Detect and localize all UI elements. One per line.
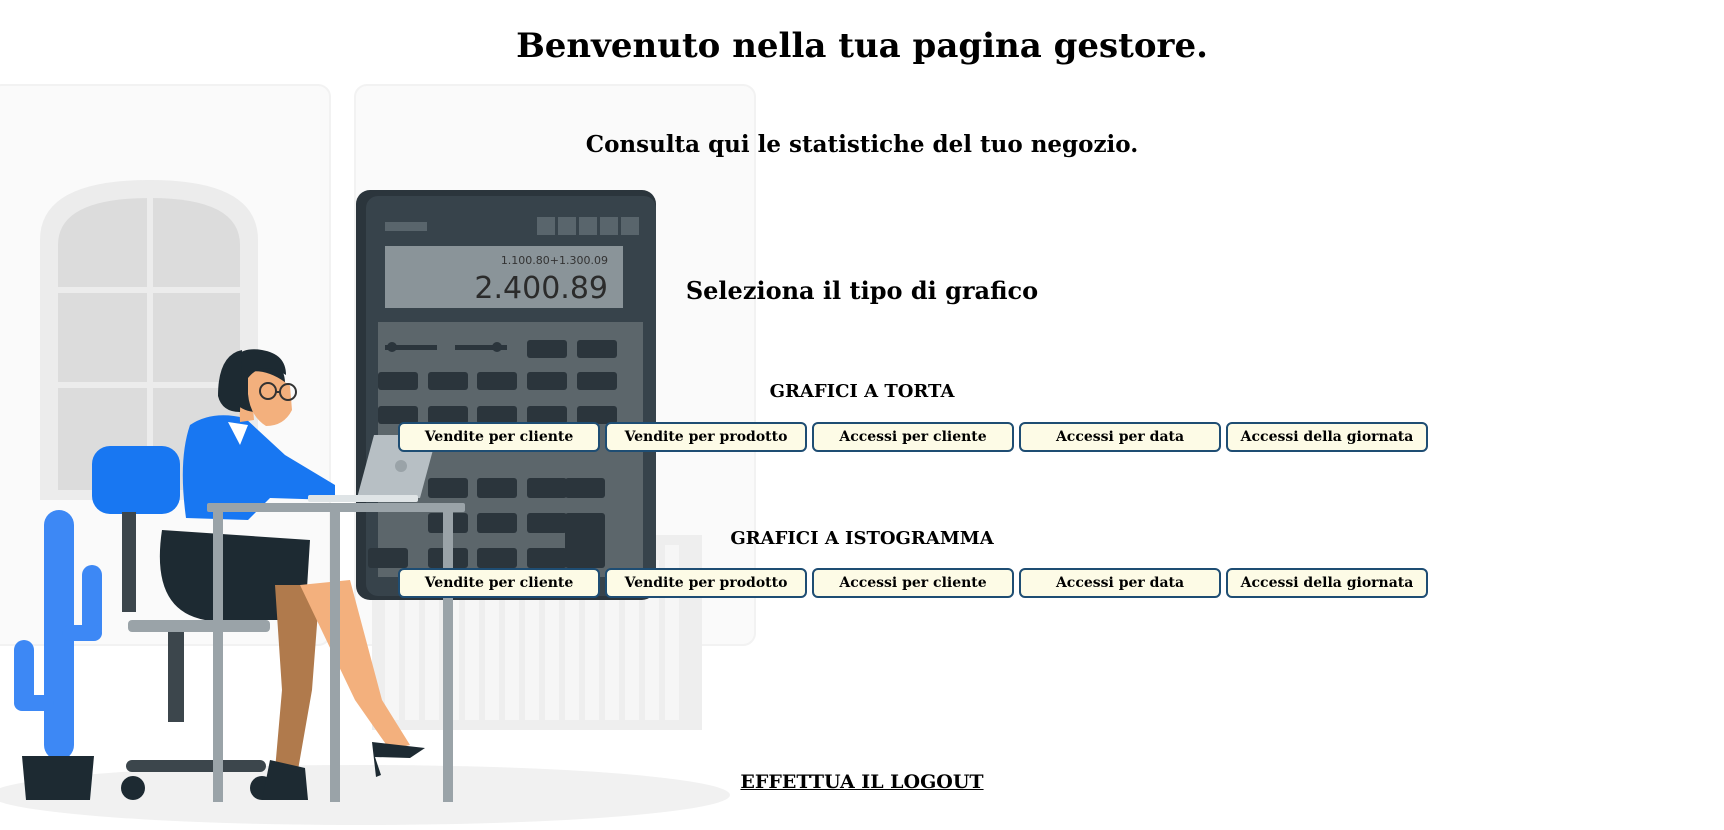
histogram-chart-button-row: Vendite per cliente Vendite per prodotto… bbox=[398, 568, 1428, 598]
pie-chart-button-row: Vendite per cliente Vendite per prodotto… bbox=[398, 422, 1428, 452]
page-subtitle: Consulta qui le statistiche del tuo nego… bbox=[585, 131, 1139, 158]
page-title: Benvenuto nella tua pagina gestore. bbox=[516, 26, 1208, 66]
hist-access-by-customer-button[interactable]: Accessi per cliente bbox=[812, 568, 1014, 598]
logout-container: EFFETTUA IL LOGOUT bbox=[0, 771, 1724, 793]
hist-sales-by-product-button[interactable]: Vendite per prodotto bbox=[605, 568, 807, 598]
office-illustration: 1.100.80+1.300.09 2.400.89 bbox=[0, 84, 756, 825]
hist-access-of-day-button[interactable]: Accessi della giornata bbox=[1226, 568, 1428, 598]
logout-link[interactable]: EFFETTUA IL LOGOUT bbox=[740, 771, 983, 793]
hist-access-by-date-button[interactable]: Accessi per data bbox=[1019, 568, 1221, 598]
pie-charts-heading: GRAFICI A TORTA bbox=[769, 381, 955, 402]
calculator-expression: 1.100.80+1.300.09 bbox=[501, 254, 608, 267]
histogram-charts-heading: GRAFICI A ISTOGRAMMA bbox=[730, 528, 994, 549]
pie-sales-by-customer-button[interactable]: Vendite per cliente bbox=[398, 422, 600, 452]
pie-access-of-day-button[interactable]: Accessi della giornata bbox=[1226, 422, 1428, 452]
pie-access-by-customer-button[interactable]: Accessi per cliente bbox=[812, 422, 1014, 452]
pie-access-by-date-button[interactable]: Accessi per data bbox=[1019, 422, 1221, 452]
hist-sales-by-customer-button[interactable]: Vendite per cliente bbox=[398, 568, 600, 598]
chart-type-heading: Seleziona il tipo di grafico bbox=[685, 276, 1039, 305]
pie-sales-by-product-button[interactable]: Vendite per prodotto bbox=[605, 422, 807, 452]
